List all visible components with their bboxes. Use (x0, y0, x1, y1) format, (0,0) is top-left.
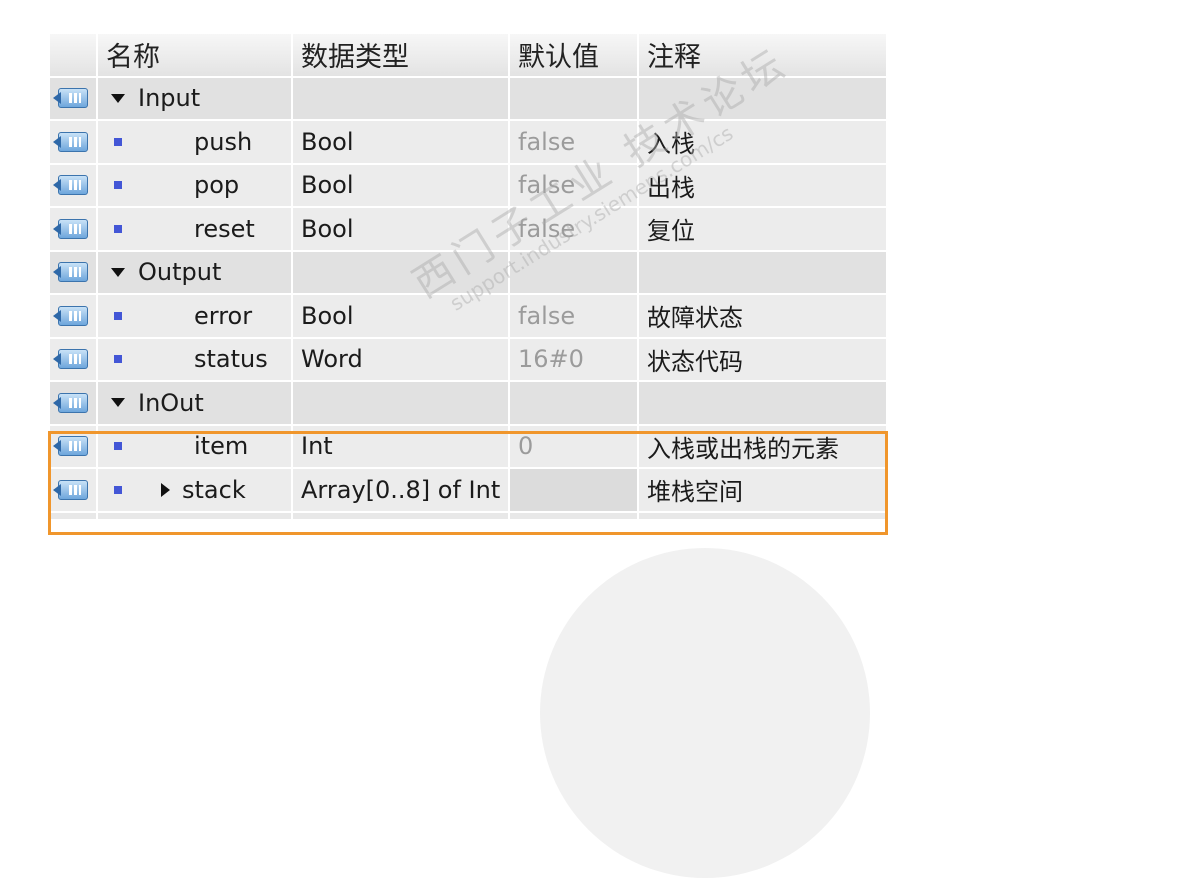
param-comment[interactable]: 故障状态 (639, 295, 888, 339)
bullet-icon (114, 355, 122, 364)
table-row[interactable]: item Int 0 入栈或出栈的元素 (50, 425, 888, 469)
param-default[interactable] (510, 469, 639, 513)
table-row[interactable]: status Word 16#0 状态代码 (50, 338, 888, 382)
param-name[interactable]: status (194, 345, 268, 373)
param-comment[interactable]: 出栈 (639, 164, 888, 208)
param-type[interactable]: Bool (293, 121, 510, 165)
interface-param-icon (53, 131, 88, 152)
param-type[interactable]: Bool (293, 295, 510, 339)
param-comment[interactable]: 状态代码 (639, 338, 888, 382)
param-name[interactable]: item (194, 432, 248, 460)
param-default[interactable]: 16#0 (510, 338, 639, 382)
section-row-output[interactable]: Output (50, 251, 888, 295)
table-header: 名称 数据类型 默认值 注释 (50, 34, 888, 78)
bullet-icon (114, 442, 122, 451)
column-header-comment[interactable]: 注释 (639, 34, 888, 78)
section-row-inout[interactable]: InOut (50, 382, 888, 426)
section-label: InOut (138, 388, 204, 417)
param-default[interactable]: false (510, 164, 639, 208)
param-type[interactable]: Bool (293, 164, 510, 208)
interface-table: 名称 数据类型 默认值 注释 Input push Bool false 入栈 … (50, 34, 888, 521)
interface-param-icon (53, 262, 88, 283)
table-row[interactable]: reset Bool false 复位 (50, 208, 888, 252)
param-name[interactable]: push (194, 128, 252, 156)
param-comment[interactable]: 入栈 (639, 121, 888, 165)
header-corner (50, 34, 98, 78)
param-name[interactable]: reset (194, 215, 255, 243)
section-label: Output (138, 258, 222, 287)
column-header-name[interactable]: 名称 (98, 34, 293, 78)
param-default[interactable]: false (510, 121, 639, 165)
section-label: Input (138, 84, 201, 113)
interface-param-icon (53, 88, 88, 109)
table-row[interactable]: error Bool false 故障状态 (50, 295, 888, 339)
expand-array-icon[interactable] (152, 482, 178, 497)
param-comment[interactable]: 堆栈空间 (639, 469, 888, 513)
param-default[interactable]: false (510, 208, 639, 252)
collapse-toggle-icon[interactable] (98, 267, 138, 277)
bullet-icon (114, 137, 122, 146)
param-type[interactable]: Array[0..8] of Int (293, 469, 510, 513)
param-name[interactable]: stack (182, 476, 246, 504)
param-comment[interactable]: 复位 (639, 208, 888, 252)
param-comment[interactable]: 入栈或出栈的元素 (639, 425, 888, 469)
param-name[interactable]: error (194, 302, 252, 330)
param-type[interactable]: Word (293, 338, 510, 382)
param-type[interactable]: Int (293, 425, 510, 469)
bullet-icon (114, 311, 122, 320)
collapse-toggle-icon[interactable] (98, 398, 138, 408)
param-name[interactable]: pop (194, 171, 239, 199)
param-default[interactable]: 0 (510, 425, 639, 469)
bullet-icon (114, 181, 122, 190)
section-row-input[interactable]: Input (50, 77, 888, 121)
interface-param-icon (53, 349, 88, 370)
interface-param-icon (53, 436, 88, 457)
param-type[interactable]: Bool (293, 208, 510, 252)
interface-param-icon (53, 392, 88, 413)
bullet-icon (114, 485, 122, 494)
interface-param-icon (53, 305, 88, 326)
table-row[interactable]: push Bool false 入栈 (50, 121, 888, 165)
interface-param-icon (53, 218, 88, 239)
param-default[interactable]: false (510, 295, 639, 339)
background-arc (540, 548, 870, 878)
column-header-default[interactable]: 默认值 (510, 34, 639, 78)
interface-param-icon (53, 479, 88, 500)
table-row[interactable]: pop Bool false 出栈 (50, 164, 888, 208)
bullet-icon (114, 224, 122, 233)
table-footer-strip (50, 512, 888, 521)
collapse-toggle-icon[interactable] (98, 93, 138, 103)
interface-param-icon (53, 175, 88, 196)
table-row[interactable]: stack Array[0..8] of Int 堆栈空间 (50, 469, 888, 513)
column-header-datatype[interactable]: 数据类型 (293, 34, 510, 78)
